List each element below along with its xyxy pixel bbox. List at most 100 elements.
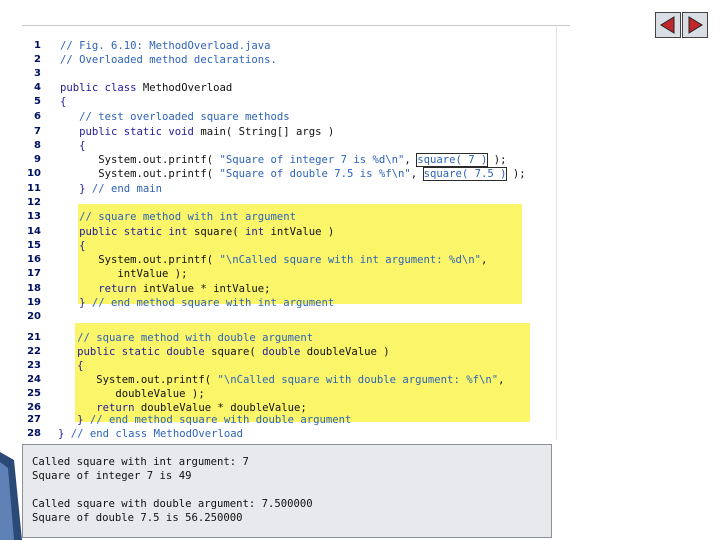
- code-token: intValue );: [60, 268, 188, 280]
- line-number: 20: [27, 311, 41, 322]
- line-number: 12: [27, 197, 41, 208]
- code-line: 13 // square method with int argument: [0, 210, 560, 224]
- code-line: 5{: [0, 95, 560, 109]
- code-string: "\nCalled square with int argument: %d\n…: [219, 254, 481, 266]
- code-text: System.out.printf( "Square of integer 7 …: [60, 153, 507, 167]
- code-token: );: [487, 154, 507, 166]
- line-number: 23: [27, 360, 41, 371]
- code-keyword: }: [60, 183, 92, 195]
- code-text: // test overloaded square methods: [60, 110, 290, 124]
- output-line: Called square with double argument: 7.50…: [32, 498, 313, 510]
- code-line: 11 } // end main: [0, 182, 560, 196]
- code-line: 25 doubleValue );: [0, 387, 560, 401]
- code-line: 8 {: [0, 139, 560, 153]
- line-number: 28: [27, 428, 41, 439]
- code-text: // square method with int argument: [60, 210, 296, 224]
- program-output-panel: Called square with int argument: 7 Square…: [22, 444, 552, 538]
- line-number: 9: [34, 154, 41, 165]
- code-line: 22 public static double square( double d…: [0, 345, 560, 359]
- line-number: 19: [27, 297, 41, 308]
- code-token: ,: [410, 168, 424, 180]
- code-text: public class MethodOverload: [60, 81, 232, 95]
- code-token: ,: [480, 254, 488, 266]
- line-number: 7: [34, 126, 41, 137]
- code-line: 1 // Fig. 6.10: MethodOverload.java: [0, 39, 560, 53]
- code-comment: // end method square with double argumen…: [89, 414, 352, 426]
- code-line: 6 // test overloaded square methods: [0, 110, 560, 124]
- code-keyword: {: [60, 96, 67, 108]
- code-text: public static double square( double doub…: [58, 345, 390, 359]
- code-keyword: {: [60, 240, 86, 252]
- code-token: main( String[] args ): [200, 126, 335, 138]
- line-number: 11: [27, 183, 41, 194]
- line-number: 25: [27, 388, 41, 399]
- code-token: System.out.printf(: [60, 168, 220, 180]
- code-token: square(: [193, 226, 245, 238]
- line-number: 24: [27, 374, 41, 385]
- line-number: 27: [27, 414, 41, 425]
- code-token: ,: [404, 154, 418, 166]
- code-text: } // end method square with int argument: [60, 296, 334, 310]
- line-number: 3: [34, 68, 41, 79]
- code-keyword: }: [60, 297, 92, 309]
- line-number: 8: [34, 140, 41, 151]
- code-text: {: [60, 139, 86, 153]
- boxed-method-call: square( 7 ): [416, 153, 489, 167]
- code-keyword: {: [60, 140, 86, 152]
- code-token: ,: [498, 374, 505, 386]
- code-text: {: [58, 359, 84, 373]
- code-text: } // end class MethodOverload: [58, 427, 243, 441]
- code-comment: // end method square with int argument: [91, 297, 335, 309]
- code-line: 23 {: [0, 359, 560, 373]
- code-line: 28 } // end class MethodOverload: [0, 427, 560, 441]
- code-text: public static void main( String[] args ): [60, 125, 334, 139]
- code-string: "Square of integer 7 is %d\n": [219, 154, 405, 166]
- line-number: 6: [34, 111, 41, 122]
- line-number: 17: [27, 268, 41, 279]
- next-slide-button[interactable]: [682, 12, 708, 38]
- code-keyword: }: [58, 414, 90, 426]
- code-token: doubleValue );: [58, 388, 205, 400]
- code-line: 20: [0, 310, 560, 324]
- code-keyword: public static void: [60, 126, 201, 138]
- code-comment: // square method with double argument: [58, 332, 314, 344]
- code-comment: // Overloaded method declarations.: [60, 54, 277, 66]
- code-comment: // end class MethodOverload: [70, 428, 243, 440]
- code-token: intValue * intValue;: [142, 283, 271, 295]
- code-text: // Overloaded method declarations.: [60, 53, 277, 67]
- code-string: "\nCalled square with double argument: %…: [217, 374, 499, 386]
- code-token: square(: [211, 346, 263, 358]
- code-keyword: public class: [60, 82, 143, 94]
- code-line: 9 System.out.printf( "Square of integer …: [0, 153, 560, 167]
- code-text: intValue );: [60, 267, 188, 281]
- code-comment: // Fig. 6.10: MethodOverload.java: [60, 40, 271, 52]
- code-text: } // end method square with double argum…: [58, 413, 351, 427]
- line-number: 5: [34, 96, 41, 107]
- code-token: MethodOverload: [142, 82, 233, 94]
- line-number: 10: [27, 168, 41, 179]
- code-line: 19 } // end method square with int argum…: [0, 296, 560, 310]
- code-line: 24 System.out.printf( "\nCalled square w…: [0, 373, 560, 387]
- code-text: } // end main: [60, 182, 162, 196]
- code-line: 14 public static int square( int intValu…: [0, 225, 560, 239]
- code-line: 3: [0, 67, 560, 81]
- output-line: Called square with int argument: 7: [32, 456, 249, 468]
- code-token: doubleValue ): [306, 346, 390, 358]
- line-number: 15: [27, 240, 41, 251]
- code-line: 2 // Overloaded method declarations.: [0, 53, 560, 67]
- triangle-left-icon: [660, 16, 675, 34]
- code-line: 27 } // end method square with double ar…: [0, 413, 560, 427]
- line-number: 1: [34, 40, 41, 51]
- code-comment: // test overloaded square methods: [60, 111, 290, 123]
- line-number: 22: [27, 346, 41, 357]
- code-text: {: [60, 95, 66, 109]
- code-keyword: {: [58, 360, 84, 372]
- prev-slide-button[interactable]: [655, 12, 681, 38]
- code-line: 18 return intValue * intValue;: [0, 282, 560, 296]
- code-text: System.out.printf( "\nCalled square with…: [60, 253, 487, 267]
- code-comment: // square method with int argument: [60, 211, 296, 223]
- code-string: "Square of double 7.5 is %f\n": [219, 168, 411, 180]
- code-keyword: double: [262, 346, 307, 358]
- code-text: public static int square( int intValue ): [60, 225, 334, 239]
- code-keyword: public static int: [60, 226, 194, 238]
